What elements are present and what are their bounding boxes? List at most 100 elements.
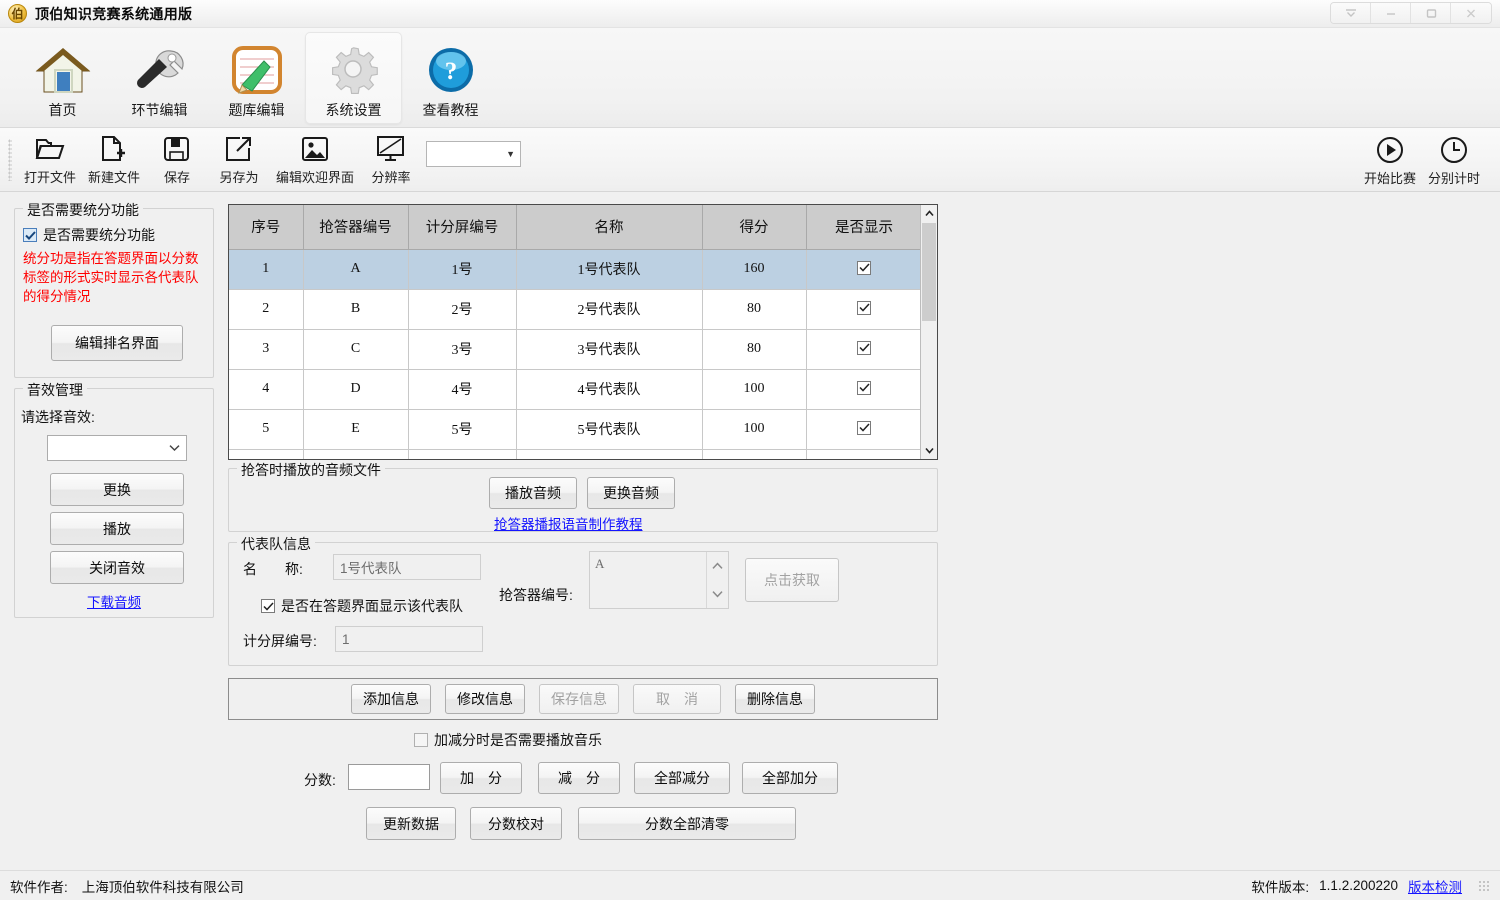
ribbon-item-question-bank-edit[interactable]: 题库编辑: [208, 32, 305, 124]
resolution-select[interactable]: ▼: [426, 141, 521, 167]
scroll-down-arrow-icon[interactable]: [921, 442, 937, 459]
toolbar-label: 分别计时: [1428, 168, 1480, 187]
subtract-score-button[interactable]: 减 分: [538, 762, 620, 794]
score-input[interactable]: [348, 764, 430, 790]
table-row[interactable]: 2 B 2号 2号代表队 80: [229, 289, 920, 329]
table-col-score[interactable]: 得分: [702, 205, 806, 249]
table-vertical-scrollbar[interactable]: [920, 205, 937, 459]
open-folder-icon: [35, 133, 65, 165]
close-button[interactable]: [1451, 3, 1491, 23]
row-show-checkbox[interactable]: [857, 421, 871, 435]
row-show-checkbox[interactable]: [857, 341, 871, 355]
score-music-checkbox[interactable]: 加减分时是否需要播放音乐: [414, 730, 602, 750]
get-buzzer-button[interactable]: 点击获取: [745, 558, 839, 602]
score-verify-button[interactable]: 分数校对: [470, 807, 562, 840]
table-row[interactable]: [229, 449, 920, 459]
table-row[interactable]: 3 C 3号 3号代表队 80: [229, 329, 920, 369]
delete-info-button[interactable]: 删除信息: [735, 684, 815, 714]
cell-show: [806, 449, 920, 459]
toolbar-button-save-as[interactable]: 另存为: [208, 131, 270, 189]
cancel-button[interactable]: 取 消: [633, 684, 721, 714]
ribbon-item-view-tutorial[interactable]: ? 查看教程: [402, 32, 499, 124]
toolbar-button-new-file[interactable]: 新建文件: [82, 131, 146, 189]
add-info-button[interactable]: 添加信息: [351, 684, 431, 714]
edit-rank-screen-button[interactable]: 编辑排名界面: [51, 325, 183, 361]
scroll-up-arrow-icon[interactable]: [921, 205, 937, 222]
scrollbar-thumb[interactable]: [922, 223, 936, 321]
team-screen-input[interactable]: 1: [335, 626, 483, 652]
rollup-button[interactable]: [1331, 3, 1371, 23]
version-value: 1.1.2.200220: [1319, 878, 1398, 893]
team-buzzer-listbox[interactable]: A: [589, 551, 729, 609]
cell-show[interactable]: [806, 249, 920, 289]
toolbar-button-save[interactable]: 保存: [146, 131, 208, 189]
minimize-button[interactable]: [1371, 3, 1411, 23]
team-show-checkbox[interactable]: 是否在答题界面显示该代表队: [261, 596, 463, 616]
toolbar-button-resolution[interactable]: 分辨率: [360, 131, 422, 189]
cell-show[interactable]: [806, 369, 920, 409]
ribbon-item-home[interactable]: 首页: [14, 32, 111, 124]
table-row[interactable]: 5 E 5号 5号代表队 100: [229, 409, 920, 449]
table-row[interactable]: 1 A 1号 1号代表队 160: [229, 249, 920, 289]
scoring-function-group-title: 是否需要统分功能: [23, 200, 143, 220]
row-show-checkbox[interactable]: [857, 261, 871, 275]
toolbar-button-open-file[interactable]: 打开文件: [18, 131, 82, 189]
cell-score: [702, 449, 806, 459]
add-all-score-button[interactable]: 全部加分: [742, 762, 838, 794]
scroll-down-arrow-icon[interactable]: [712, 590, 723, 598]
teams-table[interactable]: 序号 抢答器编号 计分屏编号 名称 得分 是否显示 1 A 1号: [228, 204, 938, 460]
clock-icon: [1439, 134, 1469, 166]
resize-grip[interactable]: [1478, 880, 1490, 892]
sound-change-button[interactable]: 更换: [50, 473, 184, 506]
team-action-bar: 添加信息 修改信息 保存信息 取 消 删除信息: [228, 678, 938, 720]
update-data-button[interactable]: 更新数据: [366, 807, 456, 840]
edit-info-button[interactable]: 修改信息: [445, 684, 525, 714]
team-name-input[interactable]: 1号代表队: [333, 554, 481, 580]
subtract-all-score-button[interactable]: 全部减分: [634, 762, 730, 794]
sound-close-button[interactable]: 关闭音效: [50, 551, 184, 584]
chevron-down-icon: [169, 444, 180, 452]
toolbar-right-group: 开始比赛 分别计时: [1358, 128, 1486, 192]
download-audio-link[interactable]: 下载音频: [15, 591, 213, 611]
main-ribbon-toolbar: 首页 环节编辑 题库编辑: [0, 28, 1500, 128]
ribbon-item-system-settings[interactable]: 系统设置: [305, 32, 402, 124]
row-show-checkbox[interactable]: [857, 301, 871, 315]
table-col-buzzer[interactable]: 抢答器编号: [303, 205, 408, 249]
toolbar-label: 分辨率: [372, 167, 411, 186]
play-audio-button[interactable]: 播放音频: [489, 477, 577, 509]
toolbar-button-edit-welcome-screen[interactable]: 编辑欢迎界面: [270, 131, 360, 189]
scroll-up-arrow-icon[interactable]: [712, 562, 723, 570]
toolbar-grip[interactable]: [8, 139, 12, 181]
table-col-name[interactable]: 名称: [516, 205, 702, 249]
team-buzzer-label: 抢答器编号:: [499, 585, 573, 605]
cell-show[interactable]: [806, 329, 920, 369]
check-icon: [859, 263, 870, 272]
toolbar-button-start-contest[interactable]: 开始比赛: [1358, 131, 1422, 189]
buzzer-voice-tutorial-link[interactable]: 抢答器播报语音制作教程: [494, 513, 643, 533]
cell-index: 3: [229, 329, 303, 369]
ribbon-item-session-edit[interactable]: 环节编辑: [111, 32, 208, 124]
cell-show[interactable]: [806, 289, 920, 329]
table-col-index[interactable]: 序号: [229, 205, 303, 249]
table-col-show[interactable]: 是否显示: [806, 205, 920, 249]
cell-show[interactable]: [806, 409, 920, 449]
row-show-checkbox[interactable]: [857, 381, 871, 395]
check-icon: [859, 303, 870, 312]
add-score-button[interactable]: 加 分: [440, 762, 522, 794]
clear-all-scores-button[interactable]: 分数全部清零: [578, 807, 796, 840]
version-check-link[interactable]: 版本检测: [1408, 876, 1462, 896]
change-audio-button[interactable]: 更换音频: [587, 477, 675, 509]
maximize-button[interactable]: [1411, 3, 1451, 23]
table-row[interactable]: 4 D 4号 4号代表队 100: [229, 369, 920, 409]
table-col-screen[interactable]: 计分屏编号: [408, 205, 516, 249]
toolbar-button-separate-timing[interactable]: 分别计时: [1422, 131, 1486, 189]
cell-screen: [408, 449, 516, 459]
sound-play-button[interactable]: 播放: [50, 512, 184, 545]
save-info-button[interactable]: 保存信息: [539, 684, 619, 714]
question-bank-edit-icon: [228, 42, 286, 98]
buzzer-audio-group-title: 抢答时播放的音频文件: [237, 460, 385, 480]
cell-screen: 1号: [408, 249, 516, 289]
cell-screen: 5号: [408, 409, 516, 449]
scoring-function-checkbox[interactable]: 是否需要统分功能: [23, 225, 155, 245]
sound-effect-select[interactable]: [47, 435, 187, 461]
